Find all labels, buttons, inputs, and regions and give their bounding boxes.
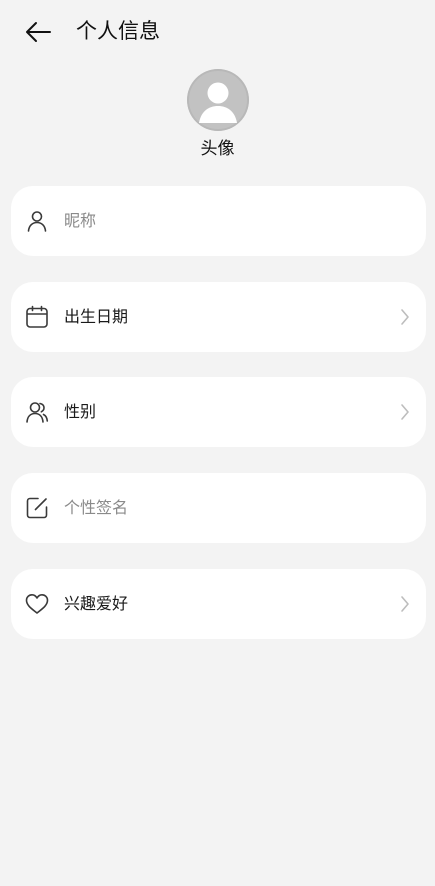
signature-placeholder: 个性签名 — [64, 498, 129, 517]
signature-field[interactable]: 个性签名 — [11, 473, 426, 543]
edit-icon — [25, 496, 49, 520]
gender-field[interactable]: 性别 — [11, 377, 426, 447]
chevron-right-icon — [401, 404, 409, 420]
back-button[interactable] — [20, 14, 56, 50]
avatar-label: 头像 — [200, 139, 235, 159]
nickname-field[interactable]: 昵称 — [11, 186, 426, 256]
avatar-section: 头像 — [0, 69, 435, 160]
hobbies-field[interactable]: 兴趣爱好 — [11, 569, 426, 639]
birthday-field[interactable]: 出生日期 — [11, 282, 426, 352]
default-avatar-icon — [186, 69, 249, 131]
arrow-left-icon — [26, 22, 51, 42]
user-icon — [25, 209, 49, 233]
top-bar: 个人信息 — [0, 0, 435, 62]
birthday-label: 出生日期 — [64, 307, 129, 326]
chevron-right-icon — [401, 596, 409, 612]
users-icon — [25, 400, 49, 424]
page-title: 个人信息 — [76, 19, 160, 43]
avatar[interactable] — [186, 69, 249, 131]
hobbies-label: 兴趣爱好 — [64, 594, 129, 613]
heart-icon — [25, 592, 49, 616]
gender-label: 性别 — [64, 402, 97, 421]
calendar-icon — [25, 305, 49, 329]
chevron-right-icon — [401, 309, 409, 325]
nickname-placeholder: 昵称 — [64, 211, 97, 230]
